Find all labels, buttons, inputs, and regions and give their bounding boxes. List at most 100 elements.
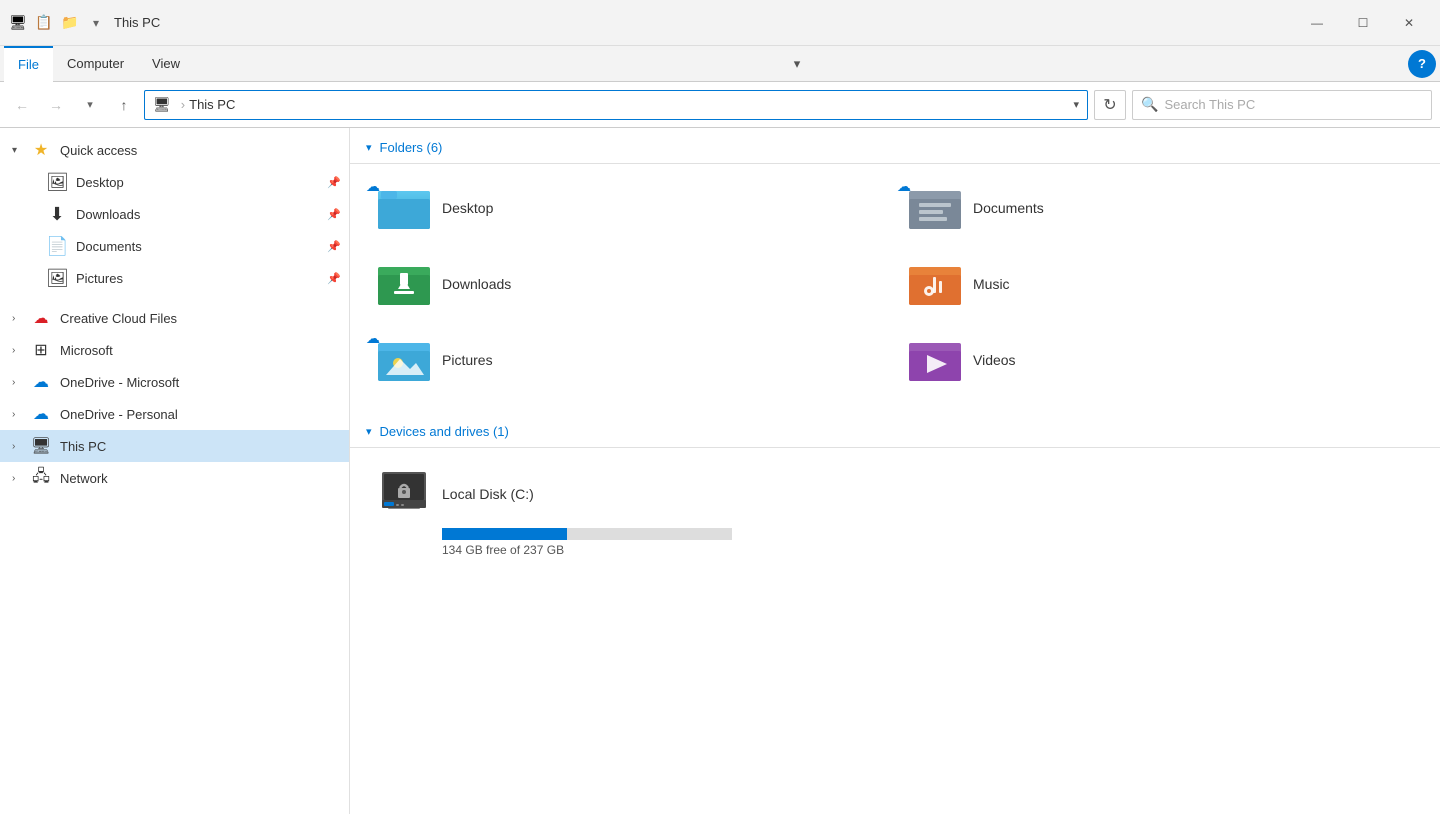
main-layout: ▾ ★ Quick access 🖼 Desktop 📌 ⬇ Downloads…	[0, 128, 1440, 814]
pin-icon-desktop: 📌	[327, 176, 341, 189]
sidebar-pictures-label: Pictures	[76, 271, 323, 286]
pin-icon-documents: 📌	[327, 240, 341, 253]
desktop-folder-svg	[378, 185, 430, 231]
breadcrumb-this-pc: This PC	[189, 97, 235, 112]
sidebar-item-creative-cloud[interactable]: › ☁ Creative Cloud Files	[0, 302, 349, 334]
forward-button[interactable]: →	[42, 91, 70, 119]
drives-grid: Local Disk (C:) 134 GB free of 237 GB	[350, 456, 1440, 583]
dropdown-recent-button[interactable]: ▾	[76, 91, 104, 119]
onedrive-personal-icon: ☁	[30, 404, 52, 424]
folder-item-music[interactable]: Music	[897, 248, 1424, 320]
address-row: ← → ▾ ↑ 🖥 › This PC ▾ ↻ 🔍 Search This PC	[0, 82, 1440, 128]
folder-item-documents[interactable]: ☁ Documents	[897, 172, 1424, 244]
folders-grid: ☁ Desktop	[350, 172, 1440, 412]
help-button[interactable]: ?	[1408, 50, 1436, 78]
refresh-button[interactable]: ↻	[1094, 90, 1126, 120]
expand-icon-network: ›	[12, 473, 30, 484]
expand-icon-quick-access: ▾	[12, 145, 30, 156]
downloads-folder-svg	[378, 261, 430, 307]
expand-icon-cc: ›	[12, 313, 30, 324]
pin-icon-title: ▾	[86, 13, 106, 33]
this-pc-icon: 🖥	[30, 436, 52, 456]
folders-divider	[350, 163, 1440, 164]
folders-section-header[interactable]: ▾ Folders (6)	[350, 128, 1440, 163]
creative-cloud-icon: ☁	[30, 309, 52, 327]
minimize-button[interactable]: —	[1294, 7, 1340, 39]
sidebar-item-network[interactable]: › 🖧 Network	[0, 462, 349, 494]
pictures-folder-name: Pictures	[442, 352, 493, 368]
back-button[interactable]: ←	[8, 91, 36, 119]
sidebar-item-this-pc[interactable]: › 🖥 This PC	[0, 430, 349, 462]
breadcrumb-sep: ›	[181, 97, 185, 112]
sidebar: ▾ ★ Quick access 🖼 Desktop 📌 ⬇ Downloads…	[0, 128, 350, 814]
music-folder-svg	[909, 261, 961, 307]
expand-icon-this-pc: ›	[12, 441, 30, 452]
onedrive-ms-icon: ☁	[30, 372, 52, 392]
drive-bar-fill	[442, 528, 567, 540]
drive-bar-bg	[442, 528, 732, 540]
address-dropdown-btn[interactable]: ▾	[1073, 98, 1079, 111]
window-controls: — ☐ ✕	[1294, 7, 1432, 39]
tab-view[interactable]: View	[138, 46, 194, 82]
close-button[interactable]: ✕	[1386, 7, 1432, 39]
sidebar-cc-label: Creative Cloud Files	[60, 311, 341, 326]
videos-folder-svg	[909, 337, 961, 383]
search-bar[interactable]: 🔍 Search This PC	[1132, 90, 1432, 120]
drive-c-name: Local Disk (C:)	[442, 486, 534, 502]
documents-folder-svg	[909, 185, 961, 231]
up-button[interactable]: ↑	[110, 91, 138, 119]
tab-file[interactable]: File	[4, 46, 53, 82]
microsoft-icon: ⊞	[30, 340, 52, 360]
sidebar-item-desktop[interactable]: 🖼 Desktop 📌	[0, 166, 349, 198]
cloud-badge-pictures: ☁	[366, 330, 380, 347]
quick-access-label: Quick access	[60, 143, 341, 158]
address-bar[interactable]: 🖥 › This PC ▾	[144, 90, 1088, 120]
location-icon: 🖥	[153, 96, 171, 113]
sidebar-this-pc-label: This PC	[60, 439, 341, 454]
folder-item-videos[interactable]: Videos	[897, 324, 1424, 396]
drive-bar-wrap: 134 GB free of 237 GB	[442, 528, 774, 557]
drives-section-header[interactable]: ▾ Devices and drives (1)	[350, 412, 1440, 447]
sidebar-network-label: Network	[60, 471, 341, 486]
app-icon-small: 🖥	[8, 13, 28, 33]
sidebar-item-onedrive-personal[interactable]: › ☁ OneDrive - Personal	[0, 398, 349, 430]
pictures-folder-icon: 🖼	[46, 268, 68, 289]
window-title: This PC	[114, 15, 160, 30]
sidebar-item-quick-access[interactable]: ▾ ★ Quick access	[0, 134, 349, 166]
sidebar-item-documents[interactable]: 📄 Documents 📌	[0, 230, 349, 262]
folder-item-pictures[interactable]: ☁ Pictures	[366, 324, 893, 396]
maximize-button[interactable]: ☐	[1340, 7, 1386, 39]
drive-free-label: 134 GB free of 237 GB	[442, 543, 774, 557]
title-bar-icons: 🖥 📋 📁 ▾	[8, 13, 106, 33]
drive-icon	[378, 466, 430, 522]
documents-icon-wrap: ☁	[909, 182, 961, 234]
expand-icon-od-ms: ›	[12, 377, 30, 388]
tab-computer[interactable]: Computer	[53, 46, 138, 82]
search-placeholder: Search This PC	[1164, 97, 1255, 112]
drives-divider	[350, 447, 1440, 448]
sidebar-item-onedrive-ms[interactable]: › ☁ OneDrive - Microsoft	[0, 366, 349, 398]
title-bar: 🖥 📋 📁 ▾ This PC — ☐ ✕	[0, 0, 1440, 46]
documents-folder-name: Documents	[973, 200, 1044, 216]
folder-item-downloads[interactable]: Downloads	[366, 248, 893, 320]
sidebar-documents-label: Documents	[76, 239, 323, 254]
quick-access-icon: 📋	[34, 13, 54, 33]
sidebar-item-microsoft[interactable]: › ⊞ Microsoft	[0, 334, 349, 366]
drive-item-c[interactable]: Local Disk (C:) 134 GB free of 237 GB	[366, 456, 786, 567]
drives-chevron: ▾	[366, 425, 372, 438]
ribbon-dropdown[interactable]: ▾	[794, 56, 801, 72]
sidebar-item-downloads[interactable]: ⬇ Downloads 📌	[0, 198, 349, 230]
folders-chevron: ▾	[366, 141, 372, 154]
downloads-icon-wrap	[378, 258, 430, 310]
pictures-icon-wrap: ☁	[378, 334, 430, 386]
music-icon-wrap	[909, 258, 961, 310]
downloads-folder-name: Downloads	[442, 276, 511, 292]
sidebar-onedrive-personal-label: OneDrive - Personal	[60, 407, 341, 422]
sidebar-item-pictures[interactable]: 🖼 Pictures 📌	[0, 262, 349, 294]
downloads-folder-icon: ⬇	[46, 204, 68, 225]
folders-label: Folders (6)	[380, 140, 443, 155]
folder-item-desktop[interactable]: ☁ Desktop	[366, 172, 893, 244]
sidebar-onedrive-ms-label: OneDrive - Microsoft	[60, 375, 341, 390]
folder-icon-small: 📁	[60, 13, 80, 33]
documents-folder-icon: 📄	[46, 236, 68, 257]
